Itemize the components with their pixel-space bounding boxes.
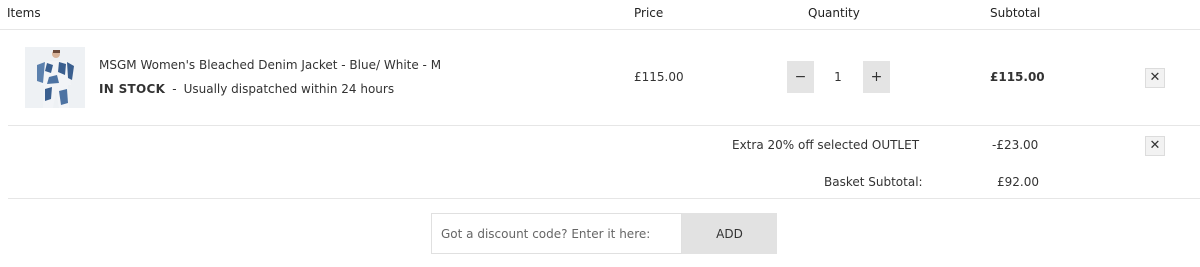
stock-info: IN STOCK - Usually dispatched within 24 ho… [99,82,394,96]
cart-item-row: MSGM Women's Bleached Denim Jacket - Blu… [8,30,1200,126]
remove-item-button[interactable]: ✕ [1145,68,1165,88]
header-quantity: Quantity [808,6,860,20]
add-discount-button[interactable]: ADD [682,213,777,254]
close-icon: ✕ [1149,138,1161,153]
quantity-increment-button[interactable]: + [863,61,890,93]
promotion-amount: -£23.00 [992,138,1039,152]
header-subtotal: Subtotal [990,6,1041,20]
product-thumbnail[interactable] [25,47,85,108]
product-name[interactable]: MSGM Women's Bleached Denim Jacket - Blu… [99,58,441,72]
item-price: £115.00 [634,70,684,84]
item-subtotal: £115.00 [990,70,1045,84]
header-items: Items [7,6,41,20]
product-image [25,47,85,108]
quantity-value[interactable]: 1 [818,61,858,93]
close-icon: ✕ [1149,70,1161,85]
dispatch-info: Usually dispatched within 24 hours [183,82,395,96]
discount-code-input[interactable] [431,213,682,254]
quantity-decrement-button[interactable]: − [787,61,814,93]
header-price: Price [634,6,664,20]
stock-separator: - [172,82,177,96]
stock-status: IN STOCK [99,82,166,96]
promotion-label: Extra 20% off selected OUTLET [732,138,920,152]
remove-promotion-button[interactable]: ✕ [1145,136,1165,156]
promotion-row: Extra 20% off selected OUTLET -£23.00 ✕ … [8,126,1200,199]
basket-subtotal-value: £92.00 [997,175,1039,189]
basket-subtotal-label: Basket Subtotal: [824,175,923,189]
cart-header: Items Price Quantity Subtotal [0,0,1200,30]
